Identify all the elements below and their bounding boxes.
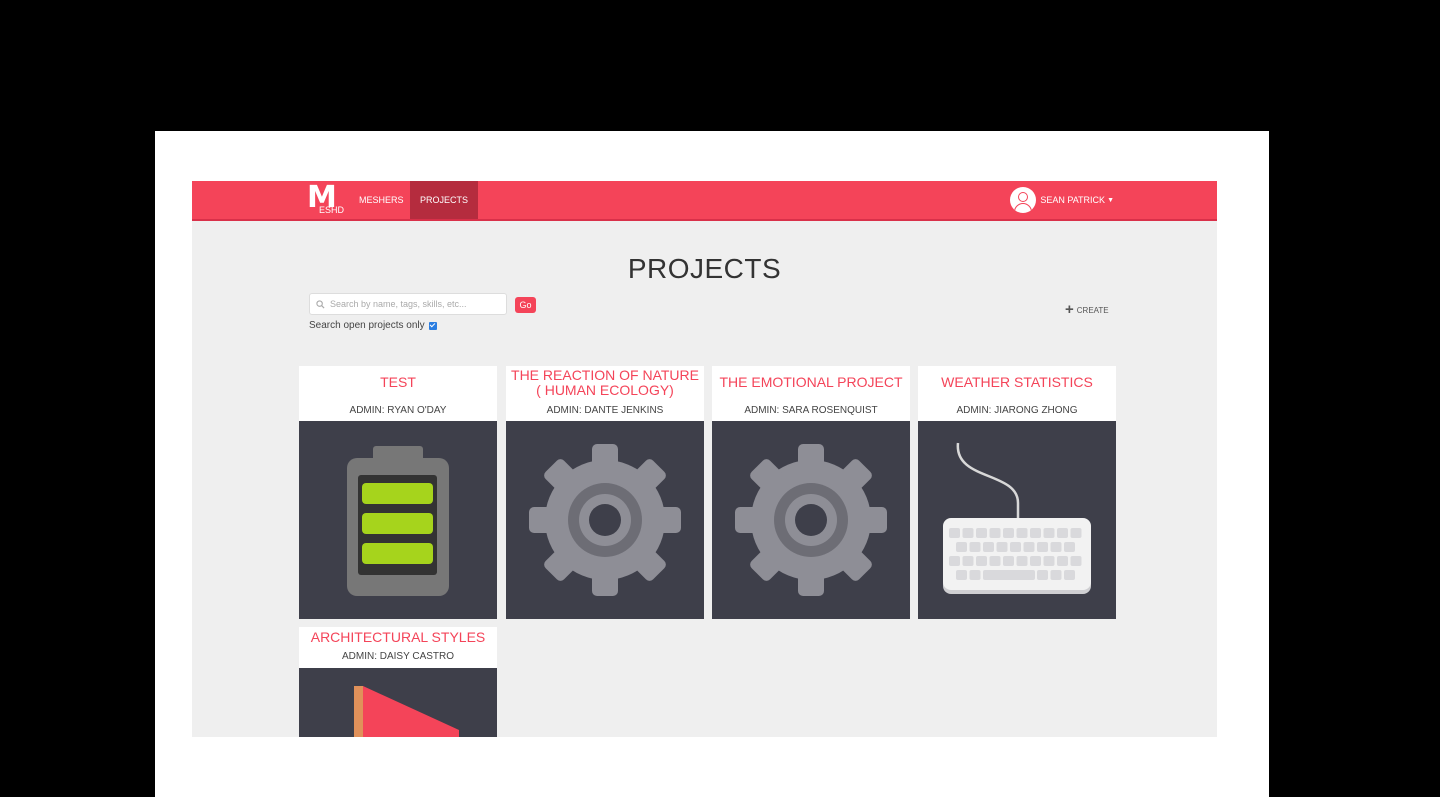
avatar [1010,187,1037,213]
project-image [299,421,497,619]
project-image [299,668,497,737]
search-box [309,293,507,315]
project-admin: ADMIN: SARA ROSENQUIST [744,405,878,416]
keyboard-icon [943,442,1091,594]
app-window: M ESHD MESHERS PROJECTS SEAN PATRICK ▼ P… [192,181,1217,737]
open-only-checkbox[interactable] [428,321,437,330]
gear-icon [529,444,681,596]
project-title[interactable]: TEST [299,375,497,390]
project-image [506,421,704,619]
project-card[interactable]: TEST ADMIN: RYAN O'DAY [299,366,497,619]
project-card[interactable]: THE REACTION OF NATURE ( HUMAN ECOLOGY) … [506,366,704,619]
project-image [918,421,1116,619]
project-card[interactable]: THE EMOTIONAL PROJECT ADMIN: SARA ROSENQ… [712,366,910,619]
logo[interactable]: M ESHD [307,181,345,217]
nav-link-meshers[interactable]: MESHERS [349,181,414,219]
plus-icon: + [1065,301,1074,318]
project-admin: ADMIN: JIARONG ZHONG [956,405,1078,416]
project-card[interactable]: WEATHER STATISTICS ADMIN: JIARONG ZHONG [918,366,1116,619]
user-menu[interactable]: SEAN PATRICK ▼ [1010,185,1114,215]
gear-icon [735,444,887,596]
project-admin: ADMIN: RYAN O'DAY [349,405,447,416]
open-only-label: Search open projects only [309,320,425,331]
flag-icon [354,686,459,737]
nav-link-projects[interactable]: PROJECTS [410,181,479,219]
create-label: CREATE [1076,305,1109,315]
search-input[interactable] [328,298,502,310]
go-button[interactable]: Go [515,297,536,313]
battery-icon [347,446,449,596]
user-name: SEAN PATRICK [1040,195,1106,205]
project-card[interactable]: ARCHITECTURAL STYLES ADMIN: DAISY CASTRO [299,627,497,737]
project-title[interactable]: ARCHITECTURAL STYLES [299,630,497,645]
caret-down-icon: ▼ [1107,196,1114,204]
create-button[interactable]: + CREATE [1065,301,1109,318]
open-only-filter: Search open projects only [309,320,437,331]
project-title[interactable]: WEATHER STATISTICS [918,375,1116,390]
search-icon [316,299,325,309]
screenshot-frame: M ESHD MESHERS PROJECTS SEAN PATRICK ▼ P… [155,131,1269,797]
navbar: M ESHD MESHERS PROJECTS SEAN PATRICK ▼ [192,181,1217,221]
project-admin: ADMIN: DAISY CASTRO [341,651,455,662]
project-title[interactable]: THE REACTION OF NATURE ( HUMAN ECOLOGY) [506,368,704,398]
project-admin: ADMIN: DANTE JENKINS [546,405,664,416]
project-title[interactable]: THE EMOTIONAL PROJECT [712,375,910,390]
logo-text: ESHD [319,205,345,215]
project-image [712,421,910,619]
page-title: PROJECTS [627,253,782,284]
